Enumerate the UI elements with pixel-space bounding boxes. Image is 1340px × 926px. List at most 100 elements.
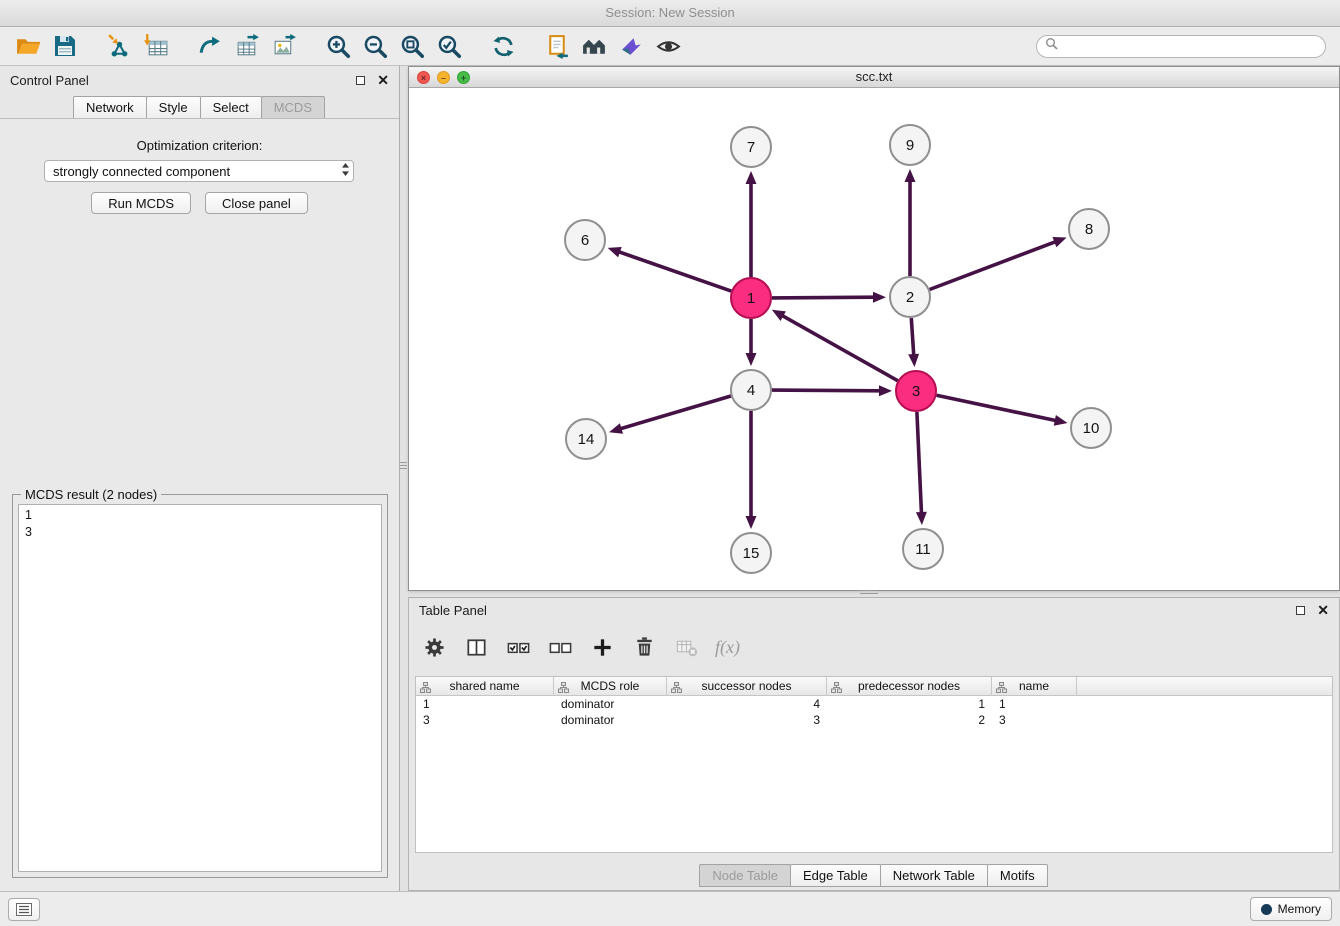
float-panel-icon[interactable] bbox=[356, 76, 365, 85]
graph-node-label: 2 bbox=[906, 289, 914, 306]
export-image-icon[interactable] bbox=[270, 32, 298, 60]
graph-node-label: 15 bbox=[743, 545, 760, 562]
zoom-out-icon[interactable] bbox=[361, 32, 389, 60]
table-cell[interactable]: 3 bbox=[416, 712, 554, 728]
save-session-icon[interactable] bbox=[51, 32, 79, 60]
graph-edge-2-3[interactable] bbox=[911, 318, 914, 356]
table-cell[interactable]: 1 bbox=[416, 696, 554, 712]
search-input[interactable] bbox=[1063, 39, 1317, 53]
table-tab-edge-table[interactable]: Edge Table bbox=[790, 864, 881, 887]
tab-style[interactable]: Style bbox=[146, 96, 201, 119]
tab-network[interactable]: Network bbox=[73, 96, 147, 119]
minimize-window-icon[interactable]: – bbox=[437, 71, 450, 84]
search-box[interactable] bbox=[1036, 35, 1326, 58]
graph-node-label: 9 bbox=[906, 137, 914, 154]
graph-edge-1-2[interactable] bbox=[772, 297, 875, 298]
export-table-icon[interactable] bbox=[233, 32, 261, 60]
home-icon[interactable] bbox=[580, 32, 608, 60]
zoom-fit-icon[interactable] bbox=[398, 32, 426, 60]
float-table-panel-icon[interactable] bbox=[1296, 606, 1305, 615]
table-cell[interactable]: dominator bbox=[554, 712, 667, 728]
import-table-icon[interactable] bbox=[142, 32, 170, 60]
eye-icon[interactable] bbox=[654, 32, 682, 60]
mcds-result-title: MCDS result (2 nodes) bbox=[21, 487, 161, 502]
maximize-window-icon[interactable]: + bbox=[457, 71, 470, 84]
annotation-icon[interactable] bbox=[543, 32, 571, 60]
table-cell[interactable]: 4 bbox=[667, 696, 827, 712]
table-tab-network-table[interactable]: Network Table bbox=[880, 864, 988, 887]
control-panel-tabs: NetworkStyleSelectMCDS bbox=[0, 96, 399, 119]
open-session-icon[interactable] bbox=[14, 32, 42, 60]
wizard-icon[interactable] bbox=[617, 32, 645, 60]
import-network-icon[interactable] bbox=[105, 32, 133, 60]
graph-edge-3-11[interactable] bbox=[917, 412, 922, 514]
export-network-icon[interactable] bbox=[196, 32, 224, 60]
close-panel-button[interactable]: Close panel bbox=[205, 192, 308, 214]
refresh-icon[interactable] bbox=[489, 32, 517, 60]
delete-column-trash-icon[interactable] bbox=[631, 634, 657, 660]
close-panel-icon[interactable]: ✕ bbox=[377, 75, 389, 85]
table-settings-gear-icon[interactable] bbox=[421, 634, 447, 660]
task-history-button[interactable] bbox=[8, 898, 40, 921]
column-header-MCDS-role[interactable]: MCDS role bbox=[554, 677, 667, 696]
zoom-in-icon[interactable] bbox=[324, 32, 352, 60]
graph-edge-arrow bbox=[609, 423, 623, 434]
task-list-icon bbox=[16, 903, 32, 916]
graph-edge-4-14[interactable] bbox=[620, 396, 731, 429]
close-window-icon[interactable]: × bbox=[417, 71, 430, 84]
column-type-icon bbox=[420, 680, 431, 698]
graph-edge-3-10[interactable] bbox=[937, 395, 1057, 421]
graph-node-label: 3 bbox=[912, 383, 920, 400]
zoom-group bbox=[324, 32, 463, 60]
traffic-lights: × – + bbox=[417, 71, 470, 84]
graph-edge-4-3[interactable] bbox=[772, 390, 881, 391]
table-cell[interactable]: 1 bbox=[827, 696, 992, 712]
misc-group bbox=[543, 32, 682, 60]
graph-edge-3-1[interactable] bbox=[782, 315, 898, 381]
table-cell[interactable]: 3 bbox=[992, 712, 1077, 728]
table-row[interactable]: 1dominator411 bbox=[416, 696, 1332, 712]
table-cell[interactable]: 1 bbox=[992, 696, 1077, 712]
run-mcds-button[interactable]: Run MCDS bbox=[91, 192, 191, 214]
mcds-panel: Optimization criterion: strongly connect… bbox=[0, 118, 399, 891]
add-column-icon[interactable] bbox=[589, 634, 615, 660]
mcds-result-list[interactable]: 13 bbox=[18, 504, 382, 872]
deselect-all-icon[interactable] bbox=[547, 634, 573, 660]
graph-edge-1-6[interactable] bbox=[618, 252, 731, 292]
control-panel: Control Panel ✕ NetworkStyleSelectMCDS O… bbox=[0, 66, 400, 891]
optimization-criterion-select[interactable]: strongly connected component bbox=[44, 160, 354, 182]
memory-button[interactable]: Memory bbox=[1250, 897, 1332, 921]
graph-edge-arrow bbox=[873, 292, 886, 303]
table-cell[interactable]: dominator bbox=[554, 696, 667, 712]
graph-edge-arrow bbox=[916, 512, 927, 525]
column-header-predecessor-nodes[interactable]: predecessor nodes bbox=[827, 677, 992, 696]
zoom-selected-icon[interactable] bbox=[435, 32, 463, 60]
table-tab-motifs[interactable]: Motifs bbox=[987, 864, 1048, 887]
close-table-panel-icon[interactable]: ✕ bbox=[1317, 605, 1329, 615]
table-row[interactable]: 3dominator323 bbox=[416, 712, 1332, 728]
select-all-icon[interactable] bbox=[505, 634, 531, 660]
table-body: 1dominator4113dominator323 bbox=[416, 696, 1332, 728]
column-header-shared-name[interactable]: shared name bbox=[416, 677, 554, 696]
control-panel-header: Control Panel ✕ bbox=[0, 66, 399, 94]
column-header-name[interactable]: name bbox=[992, 677, 1077, 696]
app-window: Session: New Session bbox=[0, 0, 1340, 926]
show-columns-icon[interactable] bbox=[463, 634, 489, 660]
network-window-titlebar[interactable]: × – + scc.txt bbox=[409, 67, 1339, 88]
tab-mcds[interactable]: MCDS bbox=[261, 96, 325, 119]
graph-edge-2-8[interactable] bbox=[930, 241, 1057, 289]
graph-node-label: 8 bbox=[1085, 221, 1093, 238]
refresh-group bbox=[489, 32, 517, 60]
table-cell[interactable]: 2 bbox=[827, 712, 992, 728]
horizontal-splitter[interactable] bbox=[858, 588, 880, 595]
vertical-splitter[interactable] bbox=[399, 455, 408, 475]
window-titlebar: Session: New Session bbox=[0, 0, 1340, 27]
function-builder-icon-disabled[interactable]: f(x) bbox=[715, 637, 740, 658]
network-graph[interactable]: 7968124314101511 bbox=[409, 88, 1339, 590]
table-cell[interactable]: 3 bbox=[667, 712, 827, 728]
column-header-successor-nodes[interactable]: successor nodes bbox=[667, 677, 827, 696]
delete-table-icon-disabled[interactable] bbox=[673, 634, 699, 660]
column-type-icon bbox=[671, 680, 682, 698]
tab-select[interactable]: Select bbox=[200, 96, 262, 119]
table-tab-node-table[interactable]: Node Table bbox=[699, 864, 791, 887]
